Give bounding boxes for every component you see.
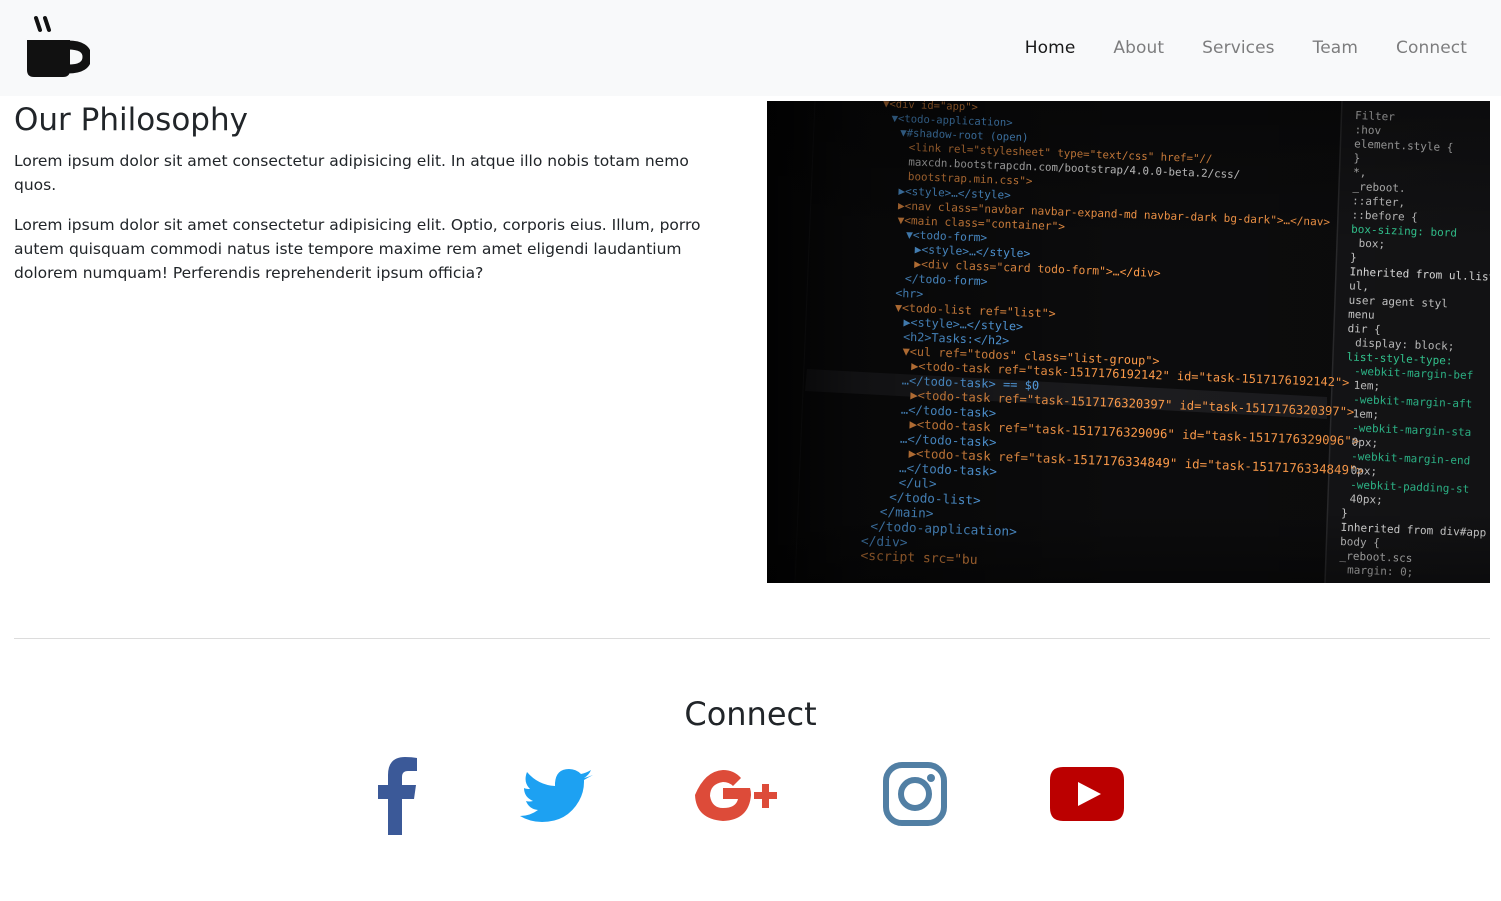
section-divider bbox=[14, 638, 1490, 639]
philosophy-paragraph-1: Lorem ipsum dolor sit amet consectetur a… bbox=[14, 152, 689, 194]
nav-links: Home About Services Team Connect bbox=[987, 0, 1467, 96]
nav-link-home[interactable]: Home bbox=[1025, 38, 1076, 58]
connect-title: Connect bbox=[684, 695, 817, 733]
google-plus-icon[interactable] bbox=[692, 755, 784, 835]
philosophy-title: Our Philosophy bbox=[14, 102, 248, 138]
youtube-icon[interactable] bbox=[1047, 755, 1127, 835]
navbar: Home About Services Team Connect bbox=[0, 0, 1501, 96]
nav-link-services[interactable]: Services bbox=[1202, 38, 1275, 58]
philosophy-paragraph-2: Lorem ipsum dolor sit amet consectetur a… bbox=[14, 216, 701, 282]
code-editor-image: ▼<div id="app">▼<todo-application>▼#shad… bbox=[767, 101, 1490, 583]
instagram-icon[interactable] bbox=[881, 755, 949, 835]
philosophy-section: Our Philosophy Lorem ipsum dolor sit ame… bbox=[14, 100, 734, 301]
code-screenshot: ▼<div id="app">▼<todo-application>▼#shad… bbox=[767, 101, 1490, 583]
coffee-mug-icon[interactable] bbox=[24, 14, 90, 80]
nav-link-team[interactable]: Team bbox=[1313, 38, 1358, 58]
facebook-icon[interactable] bbox=[370, 755, 426, 835]
nav-link-connect[interactable]: Connect bbox=[1396, 38, 1467, 58]
twitter-icon[interactable] bbox=[519, 755, 595, 835]
nav-link-about[interactable]: About bbox=[1113, 38, 1164, 58]
